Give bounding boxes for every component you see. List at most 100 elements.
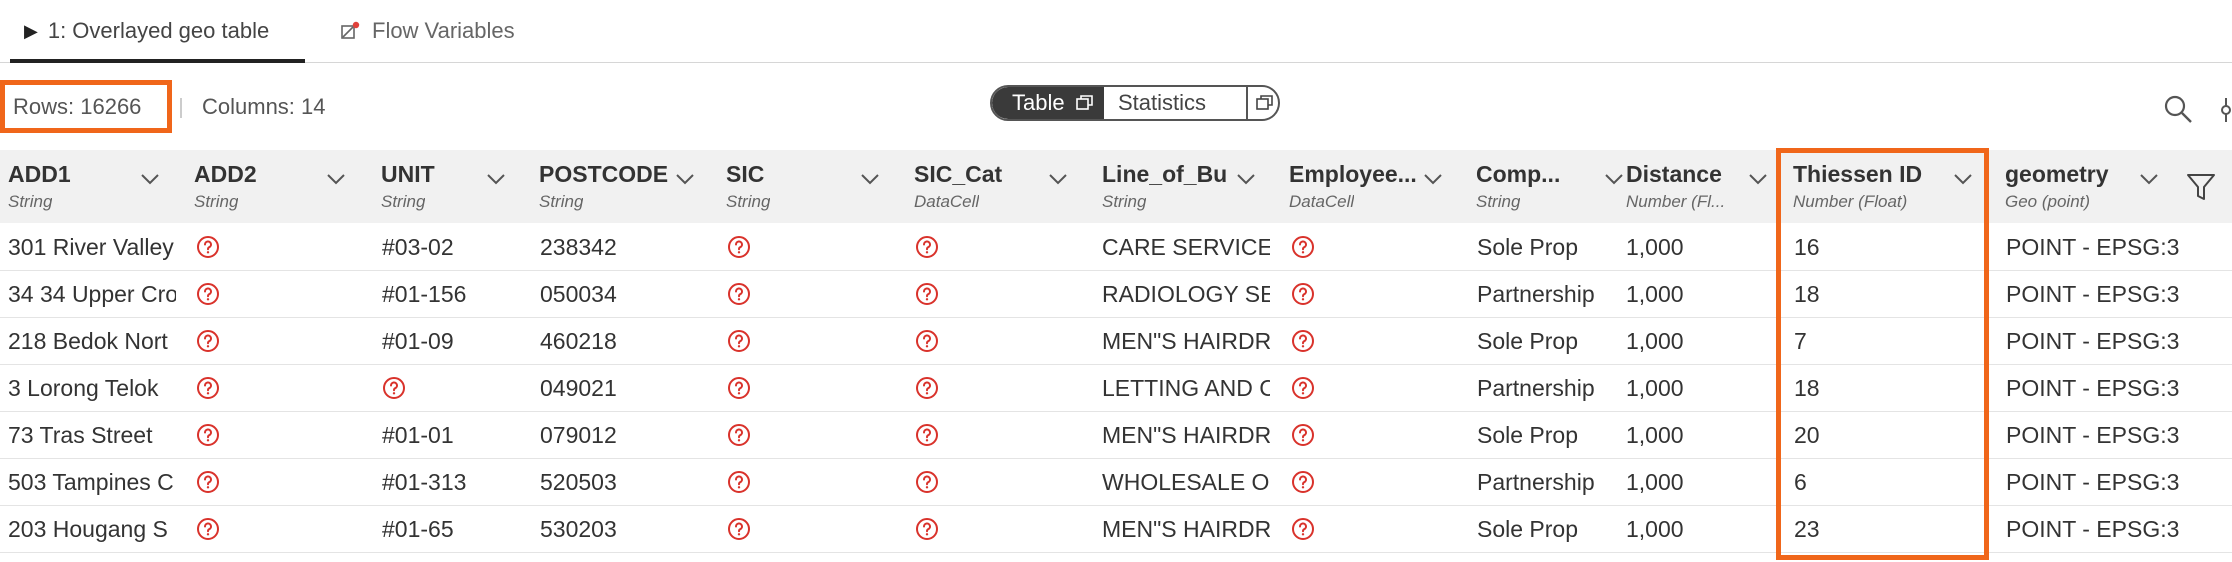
- tab-flow-variables[interactable]: Flow Variables: [340, 0, 515, 62]
- column-header-comp[interactable]: Comp... String: [1476, 150, 1626, 223]
- column-type: String: [1476, 192, 1521, 211]
- row-divider: [0, 552, 2232, 553]
- chevron-down-icon[interactable]: [1236, 172, 1256, 186]
- column-header-geometry[interactable]: geometry Geo (point): [2005, 150, 2180, 223]
- chevron-down-icon[interactable]: [675, 172, 695, 186]
- column-header-unit[interactable]: UNIT String: [381, 150, 521, 223]
- cell-sic: [727, 412, 757, 458]
- missing-value-icon: [916, 518, 938, 540]
- table-view-button[interactable]: Table: [992, 87, 1104, 119]
- chevron-down-icon[interactable]: [1604, 172, 1624, 186]
- chevron-down-icon[interactable]: [1423, 172, 1443, 186]
- missing-value-icon: [1292, 518, 1314, 540]
- column-header-distance[interactable]: Distance Number (Fl...: [1626, 150, 1776, 223]
- rows-count: Rows: 16266: [0, 80, 172, 133]
- cell-geometry: POINT - EPSG:3: [2006, 421, 2180, 448]
- cell-add2: [196, 224, 226, 270]
- column-header-employee[interactable]: Employee... DataCell: [1289, 150, 1454, 223]
- table-header: ADD1 String ADD2 String UNIT String POST…: [0, 150, 2232, 223]
- cell-geometry: POINT - EPSG:3: [2006, 515, 2180, 542]
- cell-comp: Sole Prop: [1477, 515, 1579, 542]
- cell-comp: Partnership: [1477, 280, 1595, 307]
- missing-value-icon: [916, 283, 938, 305]
- chevron-down-icon[interactable]: [140, 172, 160, 186]
- chevron-down-icon[interactable]: [860, 172, 880, 186]
- cell-postcode: 460218: [540, 327, 617, 354]
- cell-postcode: 050034: [540, 280, 617, 307]
- cell-sic-cat: [915, 365, 945, 411]
- cell-postcode: 238342: [540, 233, 617, 260]
- column-type: DataCell: [914, 192, 980, 211]
- column-header-sic[interactable]: SIC String: [726, 150, 891, 223]
- column-type: Number (Float): [1793, 192, 1908, 211]
- missing-value-icon: [728, 518, 750, 540]
- cell-sic-cat: [915, 224, 945, 270]
- cell-unit: [382, 365, 522, 411]
- cell-distance: 1,000: [1626, 421, 1684, 448]
- chevron-down-icon[interactable]: [2139, 172, 2159, 186]
- cell-distance: 1,000: [1626, 374, 1684, 401]
- missing-value-icon: [1292, 236, 1314, 258]
- active-tab-indicator: [10, 59, 305, 63]
- missing-value-icon: [728, 330, 750, 352]
- cell-geometry: POINT - EPSG:3: [2006, 327, 2180, 354]
- chevron-down-icon[interactable]: [1748, 172, 1768, 186]
- missing-value-icon: [197, 377, 219, 399]
- column-header-add1[interactable]: ADD1 String: [8, 150, 168, 223]
- column-type: DataCell: [1289, 192, 1355, 211]
- play-icon: ▶: [24, 20, 38, 41]
- column-type: String: [194, 192, 239, 211]
- cell-add2: [196, 318, 226, 364]
- cell-line-of-bu: MEN"S HAIRDR: [1102, 327, 1270, 354]
- table-view-label: Table: [1012, 90, 1065, 115]
- column-header-sic-cat[interactable]: SIC_Cat DataCell: [914, 150, 1079, 223]
- column-header-postcode[interactable]: POSTCODE String: [539, 150, 699, 223]
- cell-sic-cat: [915, 271, 945, 317]
- cell-distance: 1,000: [1626, 280, 1684, 307]
- cell-postcode: 520503: [540, 468, 617, 495]
- cell-unit: #01-156: [382, 280, 467, 307]
- missing-value-icon: [728, 236, 750, 258]
- cell-thiessen-id: 16: [1794, 233, 1820, 260]
- cell-employee: [1291, 506, 1321, 552]
- cell-thiessen-id: 20: [1794, 421, 1820, 448]
- column-header-add2[interactable]: ADD2 String: [194, 150, 354, 223]
- cell-unit: #03-02: [382, 233, 454, 260]
- statistics-view-button[interactable]: Statistics: [1104, 87, 1278, 119]
- missing-value-icon: [1292, 377, 1314, 399]
- missing-value-icon: [916, 330, 938, 352]
- cell-line-of-bu: RADIOLOGY SEI: [1102, 280, 1270, 307]
- toolbar-divider: [180, 98, 182, 118]
- column-header-thiessen-id[interactable]: Thiessen ID Number (Float): [1793, 150, 1983, 223]
- cell-geometry: POINT - EPSG:3: [2006, 233, 2180, 260]
- column-type: Number (Fl...: [1626, 192, 1726, 211]
- cell-distance: 1,000: [1626, 468, 1684, 495]
- missing-value-icon: [916, 377, 938, 399]
- cell-unit: #01-65: [382, 515, 454, 542]
- chevron-down-icon[interactable]: [1953, 172, 1973, 186]
- cell-sic-cat: [915, 459, 945, 505]
- column-settings-icon[interactable]: [2220, 96, 2232, 124]
- open-window-icon[interactable]: [1256, 95, 1273, 110]
- cell-sic-cat: [915, 318, 945, 364]
- chevron-down-icon[interactable]: [326, 172, 346, 186]
- cell-distance: 1,000: [1626, 515, 1684, 542]
- cell-line-of-bu: CARE SERVICES: [1102, 233, 1270, 260]
- search-icon[interactable]: [2163, 94, 2193, 124]
- cell-line-of-bu: LETTING AND C: [1102, 374, 1270, 401]
- chevron-down-icon[interactable]: [1048, 172, 1068, 186]
- open-window-icon[interactable]: [1076, 95, 1093, 110]
- cell-add1: 218 Bedok Nort: [8, 327, 168, 354]
- chevron-down-icon[interactable]: [486, 172, 506, 186]
- column-header-line-of-bu[interactable]: Line_of_Bu String: [1102, 150, 1267, 223]
- tab-label: 1: Overlayed geo table: [47, 18, 270, 43]
- missing-value-icon: [197, 236, 219, 258]
- missing-value-icon: [1292, 424, 1314, 446]
- column-name: SIC: [726, 161, 765, 187]
- cell-add2: [196, 365, 226, 411]
- tab-overlayed-geo-table[interactable]: ▶ 1: Overlayed geo table: [10, 0, 305, 63]
- cell-thiessen-id: 23: [1794, 515, 1820, 542]
- cell-postcode: 079012: [540, 421, 617, 448]
- filter-icon[interactable]: [2186, 172, 2216, 202]
- view-toggle: Table Statistics: [990, 85, 1280, 121]
